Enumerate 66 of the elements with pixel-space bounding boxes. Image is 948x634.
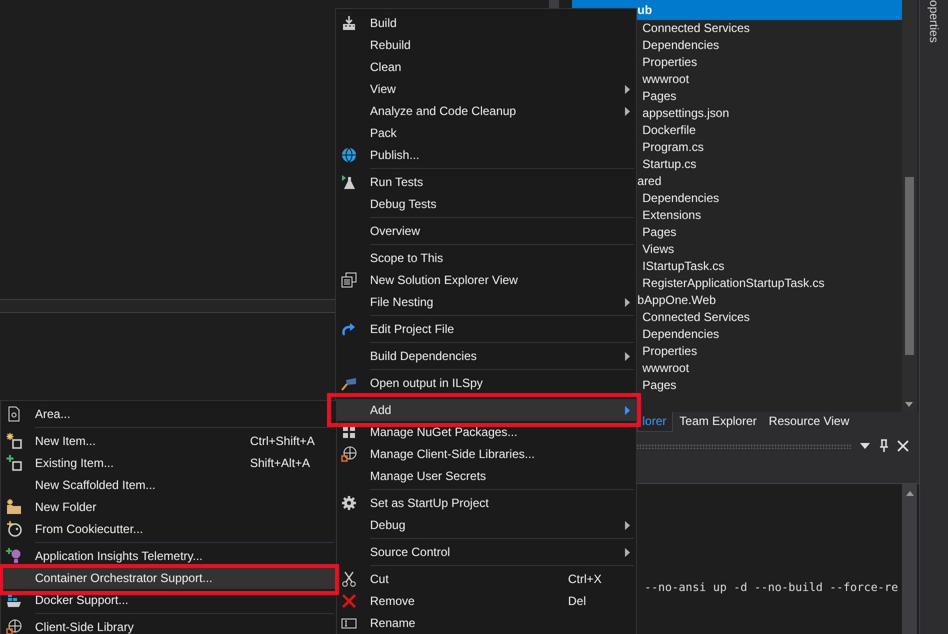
menu-item[interactable]: Container Orchestrator Support... — [1, 567, 336, 589]
scrollbar[interactable] — [902, 484, 918, 634]
menu-item[interactable]: Cut Ctrl+X — [336, 568, 636, 590]
pin-icon[interactable] — [879, 439, 890, 453]
menu-item[interactable]: Client-Side Library — [1, 616, 336, 634]
menu-item[interactable]: Run Tests — [336, 171, 636, 193]
menu-item[interactable]: File Nesting — [336, 291, 636, 313]
menu-item[interactable]: New Solution Explorer View — [336, 269, 636, 291]
globe-icon — [6, 619, 22, 634]
menu-item[interactable]: Rebuild — [336, 34, 636, 56]
menu-item[interactable]: From Cookiecutter... — [1, 518, 336, 540]
menu-item[interactable]: Application Insights Telemetry... — [1, 545, 336, 567]
side-tab[interactable]: operties — [927, 0, 942, 43]
menu-item[interactable]: Existing Item... Shift+Alt+A — [1, 452, 336, 474]
scroll-up-icon[interactable] — [904, 490, 915, 496]
windows-icon — [341, 272, 357, 288]
build-icon — [341, 15, 357, 31]
scrollbar[interactable] — [902, 0, 918, 412]
lightbulb-icon — [6, 548, 22, 564]
remove-icon — [341, 593, 357, 609]
menu-item[interactable]: Remove Del — [336, 590, 636, 612]
menu-item[interactable]: Source Control — [336, 541, 636, 563]
scrollbar-thumb[interactable] — [905, 177, 914, 355]
menu-item[interactable]: Analyze and Code Cleanup — [336, 100, 636, 122]
close-icon[interactable] — [897, 440, 910, 452]
new-folder-icon — [6, 499, 22, 515]
add-item-icon — [6, 455, 22, 471]
scroll-down-icon[interactable] — [904, 402, 914, 408]
menu-item[interactable]: Area... — [1, 403, 336, 425]
menu-item[interactable]: Manage User Secrets — [336, 465, 636, 487]
menu-item[interactable]: Publish... — [336, 144, 636, 166]
cut-icon — [341, 571, 357, 587]
output-line: --no-ansi up -d --no-build --force-re — [644, 580, 900, 594]
redo-arrow-icon — [341, 321, 357, 337]
menu-item[interactable]: Clean — [336, 56, 636, 78]
menu-item[interactable]: Debug Tests — [336, 193, 636, 215]
menu-item[interactable]: Manage Client-Side Libraries... — [336, 443, 636, 465]
menu-item[interactable]: New Scaffolded Item... — [1, 474, 336, 496]
menu-item[interactable]: Open output in ILSpy — [336, 372, 636, 394]
flask-icon — [341, 174, 357, 190]
menu-item[interactable]: View — [336, 78, 636, 100]
menu-item[interactable]: Add — [336, 399, 636, 421]
new-item-icon — [6, 433, 22, 449]
spyglass-icon — [341, 375, 357, 391]
palette-icon — [6, 521, 22, 537]
settings-icon — [341, 495, 357, 511]
menu-item[interactable]: Overview — [336, 220, 636, 242]
menu-item[interactable]: New Item... Ctrl+Shift+A — [1, 430, 336, 452]
panel-tab[interactable]: Team Explorer — [675, 412, 763, 432]
menu-item[interactable]: Edit Project File — [336, 318, 636, 340]
globe-icon — [341, 147, 357, 163]
document-icon — [6, 406, 22, 422]
globe-icon — [341, 446, 357, 462]
panel-tab[interactable]: Resource View — [764, 412, 856, 432]
menu-item[interactable]: Debug — [336, 514, 636, 536]
dropdown-icon[interactable] — [859, 442, 872, 450]
panel-tab[interactable]: lorer — [637, 412, 674, 432]
menu-item[interactable]: Docker Support... — [1, 589, 336, 611]
menu-item[interactable]: Scope to This — [336, 247, 636, 269]
grid-icon — [341, 424, 357, 440]
menu-item[interactable]: Pack — [336, 122, 636, 144]
menu-item[interactable]: Set as StartUp Project — [336, 492, 636, 514]
docker-icon — [6, 592, 22, 608]
menu-item[interactable]: Rename — [336, 612, 636, 634]
menu-item[interactable]: New Folder — [1, 496, 336, 518]
menu-item[interactable]: Build Dependencies — [336, 345, 636, 367]
